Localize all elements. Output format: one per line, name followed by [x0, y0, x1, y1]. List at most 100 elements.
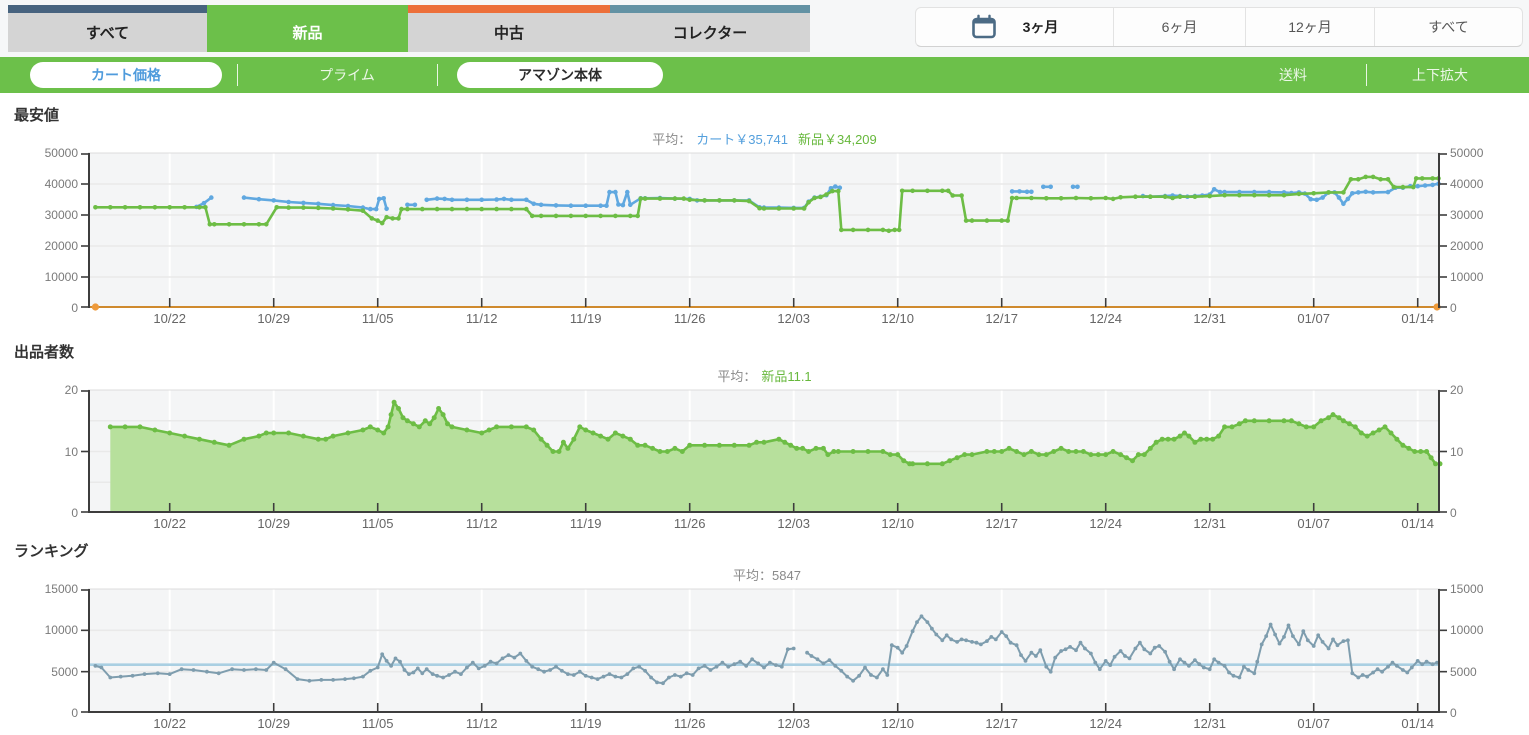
x-tick-label: 11/26: [655, 311, 725, 326]
chart-title-seller-count: 出品者数: [0, 342, 1529, 368]
y-tick-label: 20000: [45, 239, 78, 253]
calendar-icon: [971, 14, 997, 40]
x-tick-label: 11/12: [447, 716, 517, 731]
x-axis-labels: 10/2210/2911/0511/1211/1911/2612/0312/10…: [0, 713, 1529, 735]
x-tick-label: 12/10: [863, 311, 933, 326]
ranking-chart: ランキング 平均：5847 050001000015000 0500010000…: [0, 541, 1529, 735]
y-tick-label: 10: [65, 445, 78, 459]
y-tick-label: 10: [1450, 445, 1463, 459]
x-tick-label: 10/29: [239, 311, 309, 326]
tab-collector-label: コレクター: [673, 22, 747, 43]
x-tick-label: 11/19: [551, 516, 621, 531]
y-axis-labels-right: 01000020000300004000050000: [1440, 153, 1529, 308]
x-tick-label: 12/17: [967, 716, 1037, 731]
x-tick-label: 11/12: [447, 311, 517, 326]
x-tick-label: 11/26: [655, 516, 725, 531]
x-tick-label: 11/19: [551, 311, 621, 326]
range-6-months-label: 6ヶ月: [1162, 17, 1198, 37]
y-tick-label: 10000: [45, 623, 78, 637]
tab-new[interactable]: 新品: [207, 5, 408, 52]
range-all[interactable]: すべて: [1374, 8, 1522, 46]
x-tick-label: 10/22: [135, 516, 205, 531]
y-tick-label: 5000: [51, 665, 78, 679]
seller-count-chart: 出品者数 平均： 新品11.1 01020 01020 10/22 10/29 11/…: [0, 342, 1529, 535]
expand-vertical-toggle[interactable]: 上下拡大: [1385, 57, 1495, 93]
seller-count-average: 平均： 新品11.1: [0, 368, 1529, 390]
plot-area[interactable]: [88, 390, 1440, 513]
y-tick-label: 30000: [1450, 208, 1483, 222]
x-tick-label: 10/22: [135, 311, 205, 326]
range-all-label: すべて: [1428, 17, 1468, 37]
x-axis-labels: 10/22 10/29 11/05 11/12 11/19 11/26 12/03 12/10…: [0, 513, 1529, 535]
x-tick-label: 12/03: [759, 311, 829, 326]
average-value-text: 平均：: [717, 369, 756, 384]
chart-title-ranking: ランキング: [0, 541, 1529, 567]
range-12-months[interactable]: 12ヶ月: [1245, 8, 1374, 46]
toolbar-divider: [237, 64, 238, 86]
average-value-text: カート￥35,741: [696, 132, 788, 147]
cart-price-toggle[interactable]: カート価格: [30, 62, 222, 88]
x-tick-label: 12/24: [1071, 311, 1141, 326]
tab-all[interactable]: すべて: [8, 5, 207, 52]
y-tick-label: 40000: [1450, 177, 1483, 191]
range-12-months-label: 12ヶ月: [1288, 17, 1332, 37]
x-tick-label: 11/12: [447, 516, 517, 531]
y-tick-label: 20: [1450, 383, 1463, 397]
y-tick-label: 10000: [1450, 270, 1483, 284]
plot-area[interactable]: [88, 153, 1440, 308]
y-tick-label: 15000: [1450, 582, 1483, 596]
prime-toggle[interactable]: プライム: [272, 57, 422, 93]
x-tick-label: 10/29: [239, 516, 309, 531]
range-3-months-label: 3ヶ月: [1023, 17, 1059, 37]
x-tick-label: 11/19: [551, 716, 621, 731]
shipping-toggle[interactable]: 送料: [1248, 57, 1338, 93]
x-tick-label: 12/31: [1175, 716, 1245, 731]
x-tick-label: 11/05: [343, 311, 413, 326]
range-3-months[interactable]: 3ヶ月: [916, 8, 1113, 46]
top-bar: すべて 新品 中古 コレクター 3ヶ月 6ヶ月 12ヶ月 すべて: [0, 0, 1529, 57]
x-tick-label: 12/31: [1175, 516, 1245, 531]
x-tick-label: 01/07: [1279, 516, 1349, 531]
y-tick-label: 40000: [45, 177, 78, 191]
y-tick-label: 50000: [45, 146, 78, 160]
amazon-toggle[interactable]: アマゾン本体: [457, 62, 663, 88]
x-tick-label: 12/17: [967, 311, 1037, 326]
x-tick-label: 01/14: [1383, 311, 1453, 326]
x-tick-label: 12/03: [759, 516, 829, 531]
y-axis-labels-right: 01020: [1440, 390, 1529, 513]
y-tick-label: 15000: [45, 582, 78, 596]
lowest-price-average: 平均： カート￥35,741 新品￥34,209: [0, 131, 1529, 153]
y-tick-label: 20: [65, 383, 78, 397]
ranking-average: 平均：5847: [0, 567, 1529, 589]
x-tick-label: 12/10: [863, 716, 933, 731]
tab-used-label: 中古: [494, 22, 524, 43]
range-6-months[interactable]: 6ヶ月: [1113, 8, 1245, 46]
tab-collector[interactable]: コレクター: [610, 5, 810, 52]
x-tick-label: 11/05: [343, 516, 413, 531]
x-tick-label: 12/03: [759, 716, 829, 731]
toolbar-divider: [1366, 64, 1367, 86]
average-value-text: 新品11.1: [761, 369, 811, 384]
x-tick-label: 01/14: [1383, 716, 1453, 731]
chart-title-lowest-price: 最安値: [0, 105, 1529, 131]
y-axis-labels-left: 050001000015000: [0, 589, 88, 713]
x-tick-label: 01/07: [1279, 311, 1349, 326]
y-axis-labels-left: 01020: [0, 390, 88, 513]
y-tick-label: 10000: [45, 270, 78, 284]
x-tick-label: 12/17: [967, 516, 1037, 531]
x-tick-label: 11/26: [655, 716, 725, 731]
tab-used[interactable]: 中古: [408, 5, 610, 52]
average-value-text: 平均：: [652, 132, 691, 147]
x-tick-label: 11/05: [343, 716, 413, 731]
y-tick-label: 30000: [45, 208, 78, 222]
x-tick-label: 12/31: [1175, 311, 1245, 326]
plot-area[interactable]: [88, 589, 1440, 713]
x-tick-label: 01/14: [1383, 516, 1453, 531]
average-value-text: 新品￥34,209: [798, 132, 877, 147]
tab-all-label: すべて: [86, 22, 129, 43]
x-tick-label: 12/24: [1071, 716, 1141, 731]
x-tick-label: 10/29: [239, 716, 309, 731]
y-tick-label: 20000: [1450, 239, 1483, 253]
x-tick-label: 12/10: [863, 516, 933, 531]
y-tick-label: 10000: [1450, 623, 1483, 637]
